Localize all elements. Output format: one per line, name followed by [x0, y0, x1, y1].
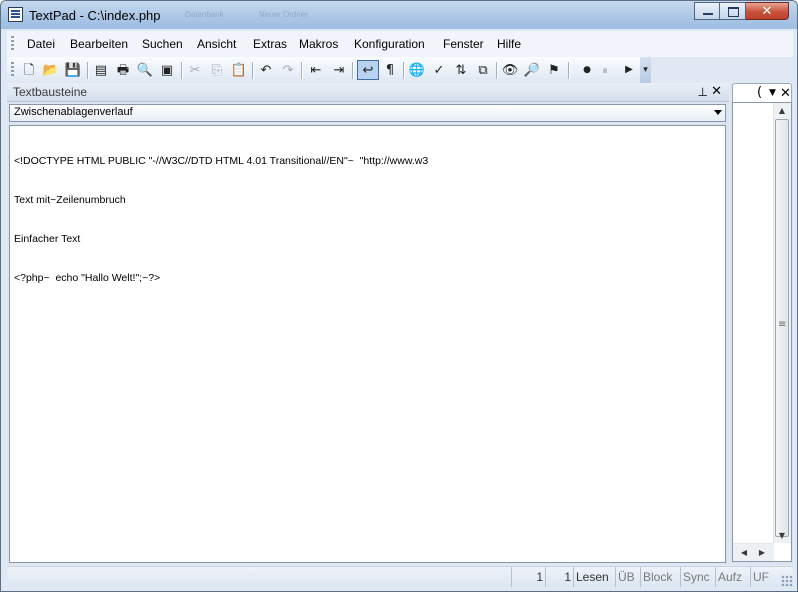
- clip-item[interactable]: <?php~ echo "Hallo Welt!";~?>: [14, 272, 428, 285]
- toolbar-separator: [252, 62, 253, 79]
- clip-list[interactable]: <!DOCTYPE HTML PUBLIC "-//W3C//DTD HTML …: [9, 125, 726, 563]
- manage-files-icon[interactable]: ▤: [92, 61, 110, 79]
- vertical-scrollbar[interactable]: ▲ ▼: [773, 103, 791, 543]
- toolbar-separator: [87, 62, 88, 79]
- document-tab-icon: (: [757, 85, 763, 100]
- tab-close-icon[interactable]: ✕: [780, 84, 791, 103]
- clip-item[interactable]: <!DOCTYPE HTML PUBLIC "-//W3C//DTD HTML …: [14, 155, 428, 168]
- find-binoculars-icon[interactable]: ⚑: [545, 61, 563, 79]
- replace-icon[interactable]: 🔎: [523, 61, 541, 79]
- spelling-icon[interactable]: ▣: [158, 61, 176, 79]
- standard-toolbar: 🗋 📂 💾 ▤ 🖶 🔍 ▣ ✂ ⎘ 📋 ↶ ↷ ⇤ ⇥ ↩ ¶ 🌐 ✓ ⇅ ⧉ …: [7, 57, 651, 83]
- menu-datei[interactable]: Datei: [27, 37, 55, 51]
- pause-macro-icon[interactable]: ⏸: [596, 61, 614, 79]
- spell-check-icon[interactable]: ✓: [430, 61, 448, 79]
- clip-library-header[interactable]: Textbausteine ⊥ ✕: [7, 83, 729, 102]
- maximize-button[interactable]: [720, 2, 746, 20]
- word-wrap-icon[interactable]: ↩: [357, 60, 379, 80]
- textpad-window: TextPad - C:\index.php Datenbank Neuer O…: [0, 0, 798, 592]
- clip-item[interactable]: Einfacher Text: [14, 233, 428, 246]
- sort-icon[interactable]: ⇅: [452, 61, 470, 79]
- horizontal-scrollbar[interactable]: ◀ ▶: [733, 543, 774, 561]
- toolbar-separator: [496, 62, 497, 79]
- toolbar-grip[interactable]: [11, 62, 14, 78]
- menu-hilfe[interactable]: Hilfe: [497, 37, 521, 51]
- toolbar-separator: [568, 62, 569, 79]
- document-pane[interactable]: ▲ ▼ ◀ ▶: [732, 102, 792, 562]
- open-folder-icon[interactable]: 📂: [42, 61, 60, 79]
- scroll-left-button[interactable]: ◀: [737, 544, 751, 561]
- status-sync: Sync: [680, 567, 715, 587]
- window-title: TextPad - C:\index.php: [29, 8, 161, 23]
- tab-dropdown-icon[interactable]: ▼: [769, 84, 776, 103]
- status-record: Aufz: [715, 567, 750, 587]
- scrollbar-thumb[interactable]: [775, 119, 789, 537]
- copy-icon[interactable]: ⎘: [208, 61, 226, 79]
- menu-bar-grip[interactable]: [11, 36, 14, 52]
- scroll-right-button[interactable]: ▶: [755, 544, 769, 561]
- caption-buttons: ✕: [694, 2, 789, 21]
- resize-grip[interactable]: [781, 575, 793, 587]
- menu-extras[interactable]: Extras: [253, 37, 287, 51]
- print-icon[interactable]: 🖶: [114, 61, 132, 79]
- menu-konfiguration[interactable]: Konfiguration: [354, 37, 425, 51]
- status-line: 1: [511, 567, 545, 587]
- background-window-title-1: Datenbank: [185, 10, 224, 19]
- status-format: UF: [750, 567, 778, 587]
- minimize-button[interactable]: [694, 2, 720, 20]
- cut-icon[interactable]: ✂: [186, 61, 204, 79]
- menu-ansicht[interactable]: Ansicht: [197, 37, 236, 51]
- web-browser-icon[interactable]: 🌐: [408, 61, 426, 79]
- status-column: 1: [545, 567, 573, 587]
- play-macro-icon[interactable]: ▶: [620, 61, 638, 79]
- status-overwrite: ÜB: [615, 567, 640, 587]
- status-block: Block: [640, 567, 680, 587]
- paste-icon[interactable]: 📋: [230, 61, 248, 79]
- close-icon: ✕: [761, 4, 773, 19]
- document-side-pane: ( ▼ ✕ ▲ ▼ ◀ ▶: [730, 83, 793, 564]
- status-bar: 1 1 Lesen ÜB Block Sync Aufz UF: [7, 566, 793, 587]
- menu-fenster[interactable]: Fenster: [443, 37, 484, 51]
- pin-icon[interactable]: ⊥: [698, 83, 708, 101]
- increase-indent-icon[interactable]: ⇥: [330, 61, 348, 79]
- toolbar-separator: [352, 62, 353, 79]
- title-bar[interactable]: TextPad - C:\index.php Datenbank Neuer O…: [1, 1, 797, 29]
- library-select-value: Zwischenablagenverlauf: [14, 106, 133, 118]
- compare-files-icon[interactable]: ⧉: [474, 61, 492, 79]
- panel-close-icon[interactable]: ✕: [711, 83, 722, 101]
- find-in-files-icon[interactable]: 👁: [501, 61, 519, 79]
- menu-suchen[interactable]: Suchen: [142, 37, 183, 51]
- clip-library-panel: Textbausteine ⊥ ✕ Zwischenablagenverlauf…: [7, 83, 729, 564]
- toolbar-separator: [301, 62, 302, 79]
- menu-bearbeiten[interactable]: Bearbeiten: [70, 37, 128, 51]
- toolbar-separator: [181, 62, 182, 79]
- save-icon[interactable]: 💾: [64, 61, 82, 79]
- decrease-indent-icon[interactable]: ⇤: [307, 61, 325, 79]
- close-window-button[interactable]: ✕: [746, 2, 789, 20]
- toolbar-overflow-button[interactable]: ▾: [640, 57, 651, 83]
- menu-bar: Datei Bearbeiten Suchen Ansicht Extras M…: [7, 31, 793, 57]
- library-select[interactable]: Zwischenablagenverlauf: [9, 104, 726, 122]
- panel-title: Textbausteine: [13, 85, 88, 99]
- redo-icon[interactable]: ↷: [279, 61, 297, 79]
- menu-makros[interactable]: Makros: [299, 37, 338, 51]
- scroll-up-button[interactable]: ▲: [774, 103, 790, 118]
- textpad-app-icon[interactable]: [8, 7, 23, 22]
- print-preview-icon[interactable]: 🔍: [136, 61, 154, 79]
- document-tab[interactable]: ( ▼ ✕: [732, 83, 792, 102]
- toolbar-separator: [403, 62, 404, 79]
- chevron-down-icon[interactable]: [714, 110, 722, 115]
- scroll-down-button[interactable]: ▼: [774, 528, 790, 543]
- background-window-title-2: Neuer Ordner: [259, 10, 308, 19]
- clip-lines: <!DOCTYPE HTML PUBLIC "-//W3C//DTD HTML …: [14, 129, 428, 311]
- undo-icon[interactable]: ↶: [257, 61, 275, 79]
- clip-item[interactable]: Text mit~Zeilenumbruch: [14, 194, 428, 207]
- record-macro-icon[interactable]: ●: [578, 61, 596, 79]
- show-paragraph-icon[interactable]: ¶: [381, 61, 399, 79]
- new-file-icon[interactable]: 🗋: [20, 61, 38, 79]
- status-read-mode: Lesen: [573, 567, 615, 587]
